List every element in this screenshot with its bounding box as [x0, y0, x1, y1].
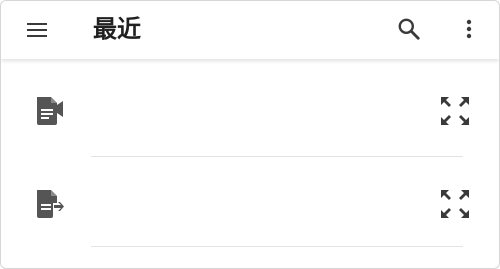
row-divider: [91, 246, 463, 247]
expand-button[interactable]: [435, 184, 475, 224]
page-title: 最近: [93, 15, 141, 43]
expand-button[interactable]: [435, 91, 475, 131]
more-options-button[interactable]: [449, 9, 489, 49]
more-vertical-icon: [466, 19, 472, 39]
list-item[interactable]: [1, 63, 499, 157]
list-item[interactable]: [1, 156, 499, 249]
export-document-icon: [37, 190, 64, 218]
app-window: 最近: [0, 0, 500, 269]
app-bar: 最近: [1, 1, 499, 59]
expand-icon: [441, 97, 469, 125]
video-document-icon: [37, 97, 63, 125]
search-icon: [398, 18, 420, 40]
search-button[interactable]: [389, 9, 429, 49]
expand-icon: [441, 190, 469, 218]
menu-icon: [27, 23, 47, 37]
menu-button[interactable]: [17, 10, 57, 50]
